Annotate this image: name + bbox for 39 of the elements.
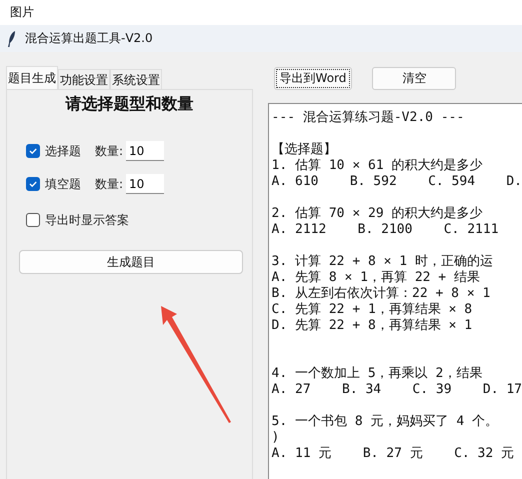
output-line: 2. 估算 70 × 29 的积大约是多少 [272, 206, 482, 221]
panel-heading: 请选择题型和数量 [64, 94, 194, 115]
output-line: ) [272, 430, 280, 445]
check-icon [28, 146, 38, 156]
tab[interactable]: 功能设置 [58, 69, 110, 89]
checkbox[interactable] [26, 177, 40, 191]
output-line: A. 610 B. 592 C. 594 D. [272, 174, 522, 189]
tab[interactable]: 系统设置 [110, 69, 162, 89]
check-icon [28, 179, 38, 189]
count-label: 数量: [95, 176, 124, 192]
output-line: 3. 计算 22 + 8 × 1 时，正确的运 [272, 254, 493, 269]
output-text-area[interactable] [268, 103, 522, 479]
output-line: 4. 一个数加上 5，再乘以 2，结果 [272, 366, 482, 381]
checkbox[interactable] [26, 213, 40, 227]
output-line: A. 2112 B. 2100 C. 2111 [272, 222, 499, 237]
output-line: D. 先算 22 + 8，再算结果 × 1 [272, 318, 472, 333]
output-line: 【选择题】 [272, 142, 337, 157]
output-line: C. 先算 22 + 1，再算结果 × 8 [272, 302, 472, 317]
toolbar-button[interactable]: 导出到Word [274, 67, 352, 90]
count-field[interactable]: 10 [126, 141, 164, 161]
output-line: 5. 一个书包 8 元，妈妈买了 4 个。 [272, 414, 498, 429]
count-field[interactable]: 10 [126, 174, 164, 194]
output-line: A. 27 B. 34 C. 39 D. 17 [272, 382, 522, 397]
checkbox[interactable] [26, 144, 40, 158]
checkbox-label: 导出时显示答案 [45, 212, 129, 228]
output-line: B. 从左到右依次计算：22 + 8 × 1 [272, 286, 490, 301]
output-line: A. 先算 8 × 1，再算 22 + 结果 [272, 270, 480, 285]
viewer-title: 图片 [10, 4, 34, 21]
generate-button[interactable]: 生成题目 [19, 250, 243, 274]
output-line: --- 混合运算练习题-V2.0 --- [272, 110, 464, 125]
output-line: 1. 估算 10 × 61 的积大约是多少 [272, 158, 482, 173]
count-label: 数量: [95, 142, 124, 160]
output-line: A. 11 元 B. 27 元 C. 32 元 [272, 446, 514, 461]
window-title: 混合运算出题工具-V2.0 [25, 30, 153, 47]
checkbox-label: 填空题 [45, 176, 81, 192]
tab[interactable]: 题目生成 [6, 66, 58, 89]
toolbar-button[interactable]: 清空 [372, 67, 456, 90]
checkbox-label: 选择题 [45, 142, 81, 160]
feather-icon [8, 30, 16, 46]
